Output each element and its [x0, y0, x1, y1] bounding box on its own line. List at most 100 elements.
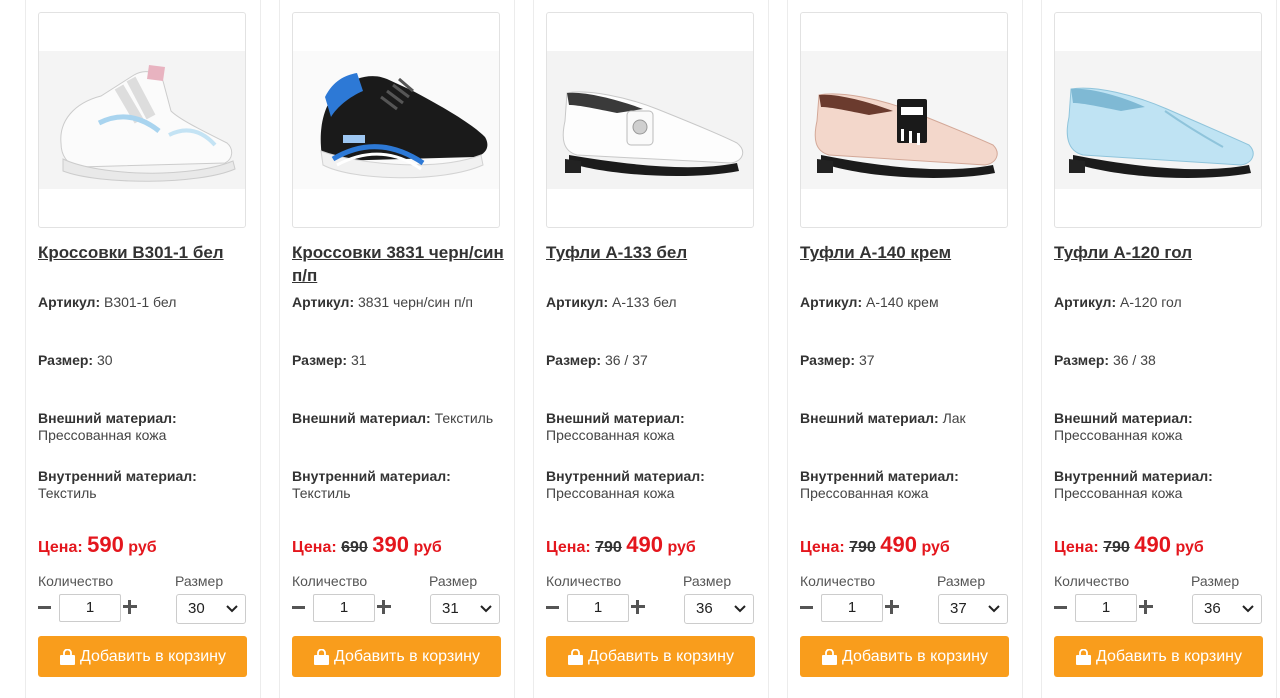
size-select[interactable]: 37	[938, 594, 1008, 624]
minus-icon[interactable]	[292, 606, 305, 609]
size-select-label: Размер	[175, 573, 224, 589]
product-card: Туфли A-133 бел Артикул: A-133 бел Разме…	[533, 0, 769, 698]
article-value: A-120 гол	[1120, 294, 1182, 310]
add-to-cart-label: Добавить в корзину	[1095, 647, 1242, 665]
inner-material-spec: Внутренний материал: Текстиль	[38, 468, 253, 502]
old-price: 690	[341, 539, 368, 556]
minus-icon[interactable]	[38, 606, 51, 609]
inner-material-value: Текстиль	[292, 485, 351, 501]
outer-material-spec: Внешний материал: Лак	[800, 410, 1015, 427]
add-to-cart-label: Добавить в корзину	[333, 647, 480, 665]
current-price: 490	[626, 532, 663, 557]
product-grid: Кроссовки B301-1 бел Артикул: B301-1 бел…	[0, 0, 1280, 698]
size-select-label: Размер	[1191, 573, 1240, 589]
inner-material-spec: Внутренний материал: Прессованная кожа	[1054, 468, 1269, 502]
shopping-bag-icon	[821, 648, 837, 665]
size-spec: Размер: 31	[292, 352, 507, 369]
size-select-label: Размер	[429, 573, 478, 589]
product-image[interactable]	[1054, 12, 1262, 228]
product-image[interactable]	[38, 12, 246, 228]
quantity-label: Количество	[1054, 573, 1130, 589]
size-spec: Размер: 36 / 38	[1054, 352, 1269, 369]
product-title[interactable]: Туфли A-133 бел	[546, 241, 761, 264]
product-card: Туфли A-120 гол Артикул: A-120 гол Разме…	[1041, 0, 1277, 698]
chevron-down-icon	[988, 605, 1000, 613]
quantity-input[interactable]: 1	[313, 594, 375, 622]
plus-icon[interactable]	[1139, 600, 1153, 614]
add-to-cart-button[interactable]: Добавить в корзину	[38, 636, 247, 677]
add-to-cart-label: Добавить в корзину	[841, 647, 988, 665]
chevron-down-icon	[734, 605, 746, 613]
current-price: 490	[1134, 532, 1171, 557]
chevron-down-icon	[1242, 605, 1254, 613]
size-select[interactable]: 36	[684, 594, 754, 624]
price-row: Цена: 790 490 руб	[1054, 532, 1204, 558]
product-title[interactable]: Кроссовки 3831 черн/син п/п	[292, 241, 507, 287]
article-spec: Артикул: B301-1 бел	[38, 294, 253, 311]
currency: руб	[1175, 539, 1204, 556]
inner-material-value: Прессованная кожа	[1054, 485, 1183, 501]
article-value: A-140 крем	[866, 294, 939, 310]
product-card: Кроссовки B301-1 бел Артикул: B301-1 бел…	[25, 0, 261, 698]
shopping-bag-icon	[59, 648, 75, 665]
outer-material-spec: Внешний материал: Прессованная кожа	[38, 410, 253, 444]
size-value: 30	[96, 352, 113, 368]
plus-icon[interactable]	[377, 600, 391, 614]
size-spec: Размер: 30	[38, 352, 253, 369]
current-price: 590	[87, 532, 124, 557]
size-select[interactable]: 31	[430, 594, 500, 624]
currency: руб	[128, 539, 157, 556]
plus-icon[interactable]	[885, 600, 899, 614]
size-select-value: 31	[442, 600, 459, 617]
minus-icon[interactable]	[1054, 606, 1067, 609]
size-select[interactable]: 36	[1192, 594, 1262, 624]
minus-icon[interactable]	[800, 606, 813, 609]
price-row: Цена: 790 490 руб	[546, 532, 696, 558]
article-spec: Артикул: 3831 черн/син п/п	[292, 294, 507, 311]
old-price: 790	[1103, 539, 1130, 556]
product-title[interactable]: Кроссовки B301-1 бел	[38, 241, 253, 264]
sneaker-image	[39, 51, 245, 189]
quantity-input[interactable]: 1	[567, 594, 629, 622]
add-to-cart-button[interactable]: Добавить в корзину	[546, 636, 755, 677]
add-to-cart-button[interactable]: Добавить в корзину	[1054, 636, 1263, 677]
quantity-input[interactable]: 1	[1075, 594, 1137, 622]
outer-material-value: Текстиль	[434, 410, 494, 426]
size-select[interactable]: 30	[176, 594, 246, 624]
size-spec: Размер: 37	[800, 352, 1015, 369]
article-label: Артикул:	[1054, 294, 1117, 310]
product-image[interactable]	[800, 12, 1008, 228]
size-label: Размер:	[546, 352, 602, 368]
product-title[interactable]: Туфли A-140 крем	[800, 241, 1015, 264]
article-spec: Артикул: A-140 крем	[800, 294, 1015, 311]
add-to-cart-button[interactable]: Добавить в корзину	[800, 636, 1009, 677]
inner-material-label: Внутренний материал:	[546, 468, 705, 484]
size-label: Размер:	[292, 352, 348, 368]
outer-material-spec: Внешний материал: Текстиль	[292, 410, 507, 427]
outer-material-value: Прессованная кожа	[1054, 427, 1183, 443]
chevron-down-icon	[480, 605, 492, 613]
product-card: Туфли A-140 крем Артикул: A-140 крем Раз…	[787, 0, 1023, 698]
size-select-value: 37	[950, 600, 967, 617]
add-to-cart-label: Добавить в корзину	[79, 647, 226, 665]
product-image[interactable]	[292, 12, 500, 228]
size-value: 36 / 37	[604, 352, 648, 368]
article-value: A-133 бел	[612, 294, 677, 310]
product-title[interactable]: Туфли A-120 гол	[1054, 241, 1269, 264]
add-to-cart-button[interactable]: Добавить в корзину	[292, 636, 501, 677]
price-label: Цена:	[292, 539, 337, 556]
current-price: 490	[880, 532, 917, 557]
quantity-input[interactable]: 1	[821, 594, 883, 622]
inner-material-label: Внутренний материал:	[292, 468, 451, 484]
current-price: 390	[372, 532, 409, 557]
product-image[interactable]	[546, 12, 754, 228]
shoe-image	[547, 51, 753, 189]
article-label: Артикул:	[800, 294, 863, 310]
quantity-input[interactable]: 1	[59, 594, 121, 622]
outer-material-label: Внешний материал:	[800, 410, 939, 426]
outer-material-value: Прессованная кожа	[546, 427, 675, 443]
minus-icon[interactable]	[546, 606, 559, 609]
plus-icon[interactable]	[631, 600, 645, 614]
price-row: Цена: 690 390 руб	[292, 532, 442, 558]
plus-icon[interactable]	[123, 600, 137, 614]
